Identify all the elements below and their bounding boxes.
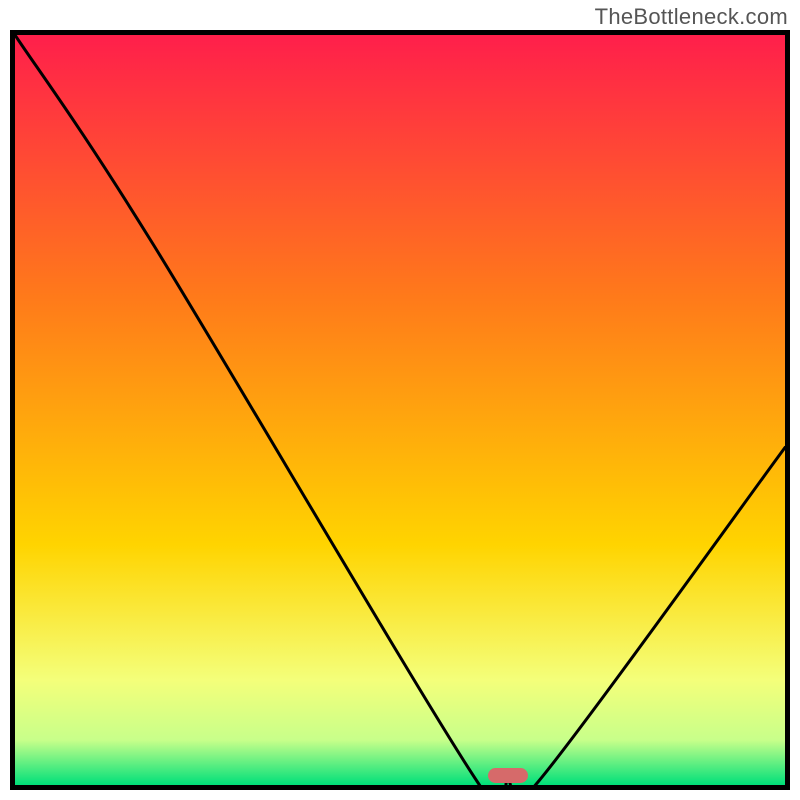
bottleneck-curve <box>15 35 785 785</box>
optimal-marker <box>488 768 528 783</box>
chart-container: TheBottleneck.com <box>0 0 800 800</box>
plot-area <box>15 35 785 785</box>
curve-layer <box>15 35 785 785</box>
chart-frame <box>10 30 790 790</box>
watermark-text: TheBottleneck.com <box>595 4 788 30</box>
